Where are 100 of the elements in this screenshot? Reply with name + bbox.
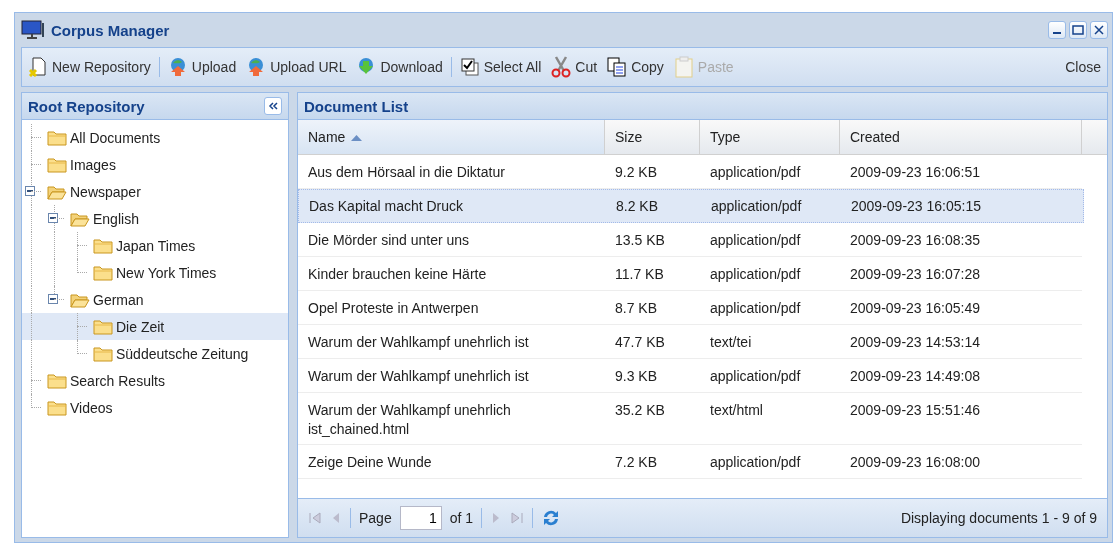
page-field[interactable]: 1 <box>399 506 442 530</box>
tree-item[interactable]: Newspaper <box>45 183 143 200</box>
table-cell-text: application/pdf <box>709 453 802 472</box>
tree-item[interactable]: All Documents <box>45 129 163 146</box>
table-row[interactable]: Zeige Deine Wunde 7.2 KB application/pdf 2009-09-23 16:08:00 <box>298 445 1082 479</box>
scissors-icon <box>551 56 572 78</box>
table-row[interactable]: Warum der Wahlkampf unehrlich ist_chained.html 35.2 KB text/html 2009-09-23 15:51:46 <box>298 393 1082 445</box>
table-cell-text: 13.5 KB <box>614 231 666 250</box>
table-cell-text: 7.2 KB <box>614 453 659 472</box>
folder-icon <box>93 318 113 335</box>
table-cell-text: Aus dem Hörsaal in die Diktatur <box>307 163 506 182</box>
checkbox-pages-icon <box>459 57 480 77</box>
tree-item[interactable]: German <box>68 291 146 308</box>
clipboard-icon <box>673 56 694 78</box>
copy-icon <box>607 57 628 77</box>
minimize-icon <box>1053 32 1061 34</box>
column-header[interactable]: Name <box>298 120 605 154</box>
toolbar-button[interactable]: Select All <box>457 55 544 79</box>
toolbar-button[interactable]: Upload URL <box>244 55 349 79</box>
table-cell-text: 9.2 KB <box>614 163 659 182</box>
close-button[interactable] <box>1090 21 1108 39</box>
toolbar-button[interactable]: New Repository <box>26 55 153 79</box>
table-cell-text: 11.7 KB <box>614 265 665 284</box>
column-header[interactable]: Created <box>840 120 1082 154</box>
table-cell-text: 2009-09-23 14:53:14 <box>849 333 981 352</box>
paging-status: Displaying documents 1 - 9 of 9 <box>900 510 1097 526</box>
panel-title: Document List <box>304 97 410 115</box>
table-cell-text: application/pdf <box>709 265 802 284</box>
collapse-toggle[interactable] <box>48 213 58 223</box>
close-icon <box>1094 25 1104 35</box>
maximize-button[interactable] <box>1069 21 1087 39</box>
table-row[interactable]: Die Mörder sind unter uns 13.5 KB application/pdf 2009-09-23 16:08:35 <box>298 223 1082 257</box>
table-cell-text: Das Kapital macht Druck <box>308 197 465 216</box>
folder-icon <box>47 372 67 389</box>
tree-item[interactable]: Süddeutsche Zeitung <box>91 345 251 362</box>
table-row[interactable]: Warum der Wahlkampf unehrlich ist 47.7 KB text/tei 2009-09-23 14:53:14 <box>298 325 1082 359</box>
tree-item[interactable]: English <box>68 210 141 227</box>
open-folder-icon <box>70 210 90 227</box>
table-cell-text: Kinder brauchen keine Härte <box>307 265 488 284</box>
table-cell-text: application/pdf <box>709 367 802 386</box>
table-cell-text: application/pdf <box>709 163 802 182</box>
minimize-button[interactable] <box>1048 21 1066 39</box>
tree-item[interactable]: Images <box>45 156 118 173</box>
table-cell-text: 2009-09-23 16:08:35 <box>849 231 981 250</box>
table-row[interactable]: Kinder brauchen keine Härte 11.7 KB application/pdf 2009-09-23 16:07:28 <box>298 257 1082 291</box>
table-cell-text: 2009-09-23 16:07:28 <box>849 265 981 284</box>
table-cell-text: 2009-09-23 16:05:49 <box>849 299 981 318</box>
folder-icon <box>47 399 67 416</box>
panel-title: Root Repository <box>28 97 146 115</box>
sort-ascending-icon <box>351 133 363 141</box>
column-header[interactable]: Size <box>605 120 700 154</box>
table-cell-text: Opel Proteste in Antwerpen <box>307 299 480 318</box>
column-header[interactable]: Type <box>700 120 840 154</box>
new-document-icon <box>28 57 48 77</box>
toolbar-button[interactable]: Download <box>354 55 445 79</box>
toolbar-button[interactable]: Upload <box>165 55 239 79</box>
table-cell-text: text/html <box>709 401 764 420</box>
table-row[interactable]: Opel Proteste in Antwerpen 8.7 KB application/pdf 2009-09-23 16:05:49 <box>298 291 1082 325</box>
double-chevron-icon <box>268 102 278 110</box>
collapse-toggle[interactable] <box>25 186 35 196</box>
table-cell-text: Zeige Deine Wunde <box>307 453 433 472</box>
table-cell-text: 2009-09-23 16:06:51 <box>849 163 981 182</box>
tree-item[interactable]: Search Results <box>45 372 167 389</box>
toolbar-button[interactable]: Close <box>1063 57 1103 77</box>
table-cell-text: Warum der Wahlkampf unehrlich ist_chained.html <box>307 401 512 439</box>
table-cell-text: 2009-09-23 15:51:46 <box>849 401 981 420</box>
table-cell-text: Warum der Wahlkampf unehrlich ist <box>307 367 530 386</box>
maximize-icon <box>1072 25 1084 35</box>
page-label: Page <box>359 510 392 526</box>
table-cell-text: 9.3 KB <box>614 367 659 386</box>
table-row[interactable]: Warum der Wahlkampf unehrlich ist 9.3 KB application/pdf 2009-09-23 14:49:08 <box>298 359 1082 393</box>
table-cell-text: 47.7 KB <box>614 333 666 352</box>
window-title: Corpus Manager <box>51 21 171 39</box>
open-folder-icon <box>70 291 90 308</box>
table-cell-text: 35.2 KB <box>614 401 666 420</box>
tree-item[interactable]: Videos <box>45 399 115 416</box>
open-folder-icon <box>47 183 67 200</box>
table-cell-text: application/pdf <box>709 299 802 318</box>
folder-icon <box>93 237 113 254</box>
table-cell-text: application/pdf <box>709 231 802 250</box>
tree-item[interactable]: Japan Times <box>91 237 198 254</box>
table-cell-text: Die Mörder sind unter uns <box>307 231 471 250</box>
tree-item[interactable]: Die Zeit <box>91 318 167 335</box>
table-cell-text: text/tei <box>709 333 753 352</box>
table-cell-text: 2009-09-23 16:05:15 <box>850 197 982 216</box>
table-row[interactable]: Das Kapital macht Druck 8.2 KB application/pdf 2009-09-23 16:05:15 <box>298 189 1084 223</box>
collapse-button[interactable] <box>264 97 282 115</box>
monitor-icon <box>21 20 45 40</box>
toolbar-button[interactable]: Cut <box>549 54 600 80</box>
folder-icon <box>47 129 67 146</box>
collapse-toggle[interactable] <box>48 294 58 304</box>
table-cell-text: 8.2 KB <box>615 197 660 216</box>
table-cell-text: 2009-09-23 14:49:08 <box>849 367 981 386</box>
toolbar-button[interactable]: Copy <box>605 55 666 79</box>
folder-icon <box>93 345 113 362</box>
folder-icon <box>93 264 113 281</box>
table-cell-text: application/pdf <box>710 197 803 216</box>
tree-item[interactable]: New York Times <box>91 264 219 281</box>
folder-icon <box>47 156 67 173</box>
page-count: of 1 <box>449 510 474 526</box>
